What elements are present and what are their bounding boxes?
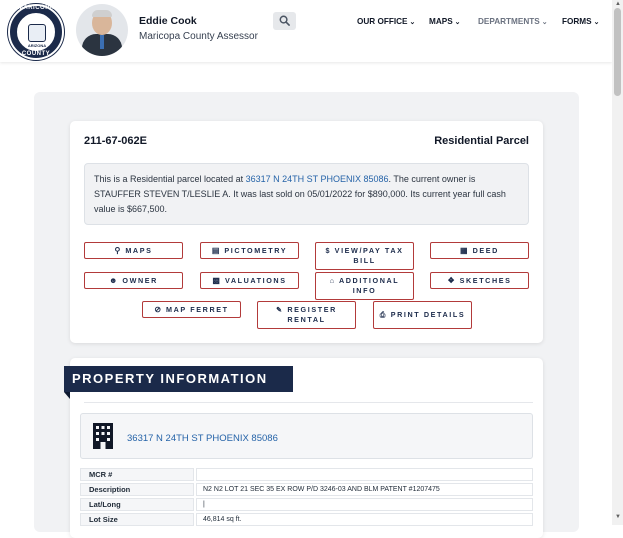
edit-icon: ✎ bbox=[276, 305, 288, 314]
logo-top-text: MARICOPA bbox=[17, 5, 55, 11]
property-address-box: 36317 N 24TH ST PHOENIX 85086 bbox=[80, 413, 533, 459]
search-button[interactable] bbox=[273, 12, 296, 30]
maps-button-label: MAPS bbox=[125, 245, 153, 255]
tax-button-text: VIEW/PAY TAX BILL bbox=[334, 246, 404, 265]
parcel-type: Residential Parcel bbox=[434, 135, 529, 147]
heading-ribbon-fold bbox=[64, 392, 70, 399]
row-value: N2 N2 LOT 21 SEC 35 EX ROW P/D 3246-03 A… bbox=[196, 483, 533, 496]
page-scrollbar[interactable]: ▲ ▼ bbox=[612, 0, 623, 525]
avatar-hair bbox=[92, 10, 112, 17]
nav-our-office[interactable]: OUR OFFICE ⌄ bbox=[357, 17, 415, 26]
user-icon: ☻ bbox=[109, 275, 118, 285]
deed-button-label: DEED bbox=[472, 245, 499, 255]
assessor-avatar bbox=[76, 4, 128, 56]
map-ferret-button-label: MAP FERRET bbox=[166, 304, 229, 314]
site-header: MARICOPA ARIZONA COUNTY Eddie Cook Maric… bbox=[0, 0, 612, 62]
register-button-label: ✎ REGISTER RENTAL bbox=[262, 305, 351, 325]
sketches-button[interactable]: ❖ SKETCHES bbox=[430, 272, 529, 289]
compass-icon: ⊘ bbox=[154, 304, 162, 314]
map-ferret-button[interactable]: ⊘ MAP FERRET bbox=[142, 301, 241, 318]
money-icon: ▩ bbox=[212, 275, 220, 285]
scroll-thumb[interactable] bbox=[614, 8, 621, 96]
file-icon: ▤ bbox=[211, 245, 220, 255]
summary-address-link[interactable]: 36317 N 24TH ST PHOENIX 85086 bbox=[246, 174, 389, 184]
additional-info-button[interactable]: ⌂ ADDITIONAL INFO bbox=[315, 272, 414, 300]
home-icon: ⌂ bbox=[329, 276, 339, 285]
chevron-down-icon: ⌄ bbox=[593, 19, 600, 26]
valuations-button[interactable]: ▩ VALUATIONS bbox=[200, 272, 299, 289]
logo-arizona-text: ARIZONA bbox=[27, 43, 47, 48]
heading-divider bbox=[84, 402, 533, 403]
nav-our-office-label: OUR OFFICE bbox=[357, 17, 408, 26]
nav-departments-label: DEPARTMENTS bbox=[478, 17, 540, 26]
chevron-down-icon: ⌄ bbox=[541, 19, 548, 26]
owner-button[interactable]: ☻ OWNER bbox=[84, 272, 183, 289]
scroll-down-arrow-icon[interactable]: ▼ bbox=[615, 514, 621, 520]
nav-forms-label: FORMS bbox=[562, 17, 592, 26]
valuations-button-label: VALUATIONS bbox=[224, 275, 287, 285]
summary-prefix: This is a Residential parcel located at bbox=[94, 174, 246, 184]
table-row: Lat/Long | bbox=[80, 498, 533, 513]
map-marker-icon: ⚲ bbox=[114, 245, 121, 255]
print-details-button[interactable]: ⎙ PRINT DETAILS bbox=[373, 301, 472, 329]
owner-button-label: OWNER bbox=[122, 275, 158, 285]
row-label: MCR # bbox=[80, 468, 194, 481]
nav-maps[interactable]: MAPS ⌄ bbox=[429, 17, 461, 26]
parcel-number: 211-67-062E bbox=[84, 135, 147, 147]
print-button-label: ⎙ PRINT DETAILS bbox=[380, 310, 466, 320]
table-row: MCR # bbox=[80, 468, 533, 483]
seal-emblem-icon bbox=[28, 24, 46, 42]
dollar-icon: $ bbox=[325, 246, 335, 255]
view-pay-tax-bill-button[interactable]: $ VIEW/PAY TAX BILL bbox=[315, 242, 414, 270]
chevron-down-icon: ⌄ bbox=[454, 19, 461, 26]
row-label: Lat/Long bbox=[80, 498, 194, 511]
building-icon bbox=[93, 423, 113, 449]
nav-maps-label: MAPS bbox=[429, 17, 453, 26]
row-value: | bbox=[196, 498, 533, 511]
parcel-summary-card: 211-67-062E Residential Parcel This is a… bbox=[70, 121, 543, 343]
logo-seal: ARIZONA bbox=[16, 12, 56, 52]
chevron-down-icon: ⌄ bbox=[409, 19, 416, 26]
additional-button-label: ⌂ ADDITIONAL INFO bbox=[320, 276, 409, 296]
row-label: Description bbox=[80, 483, 194, 496]
table-row: Description N2 N2 LOT 21 SEC 35 EX ROW P… bbox=[80, 483, 533, 498]
row-value: 46,814 sq ft. bbox=[196, 513, 533, 526]
assessor-name: Eddie Cook bbox=[139, 15, 197, 27]
register-button-text: REGISTER RENTAL bbox=[287, 305, 337, 324]
parcel-summary-text: This is a Residential parcel located at … bbox=[84, 163, 529, 225]
register-rental-button[interactable]: ✎ REGISTER RENTAL bbox=[257, 301, 356, 329]
row-label: Lot Size bbox=[80, 513, 194, 526]
logo-bottom-text: COUNTY bbox=[21, 51, 51, 57]
nav-forms[interactable]: FORMS ⌄ bbox=[562, 17, 599, 26]
building-icon: ▦ bbox=[460, 245, 468, 255]
nav-departments[interactable]: DEPARTMENTS ⌄ bbox=[478, 17, 548, 26]
maricopa-county-logo[interactable]: MARICOPA ARIZONA COUNTY bbox=[8, 4, 64, 60]
property-information-heading: PROPERTY INFORMATION bbox=[64, 366, 293, 392]
print-icon: ⎙ bbox=[379, 310, 391, 319]
additional-button-text: ADDITIONAL INFO bbox=[338, 276, 400, 295]
sketch-icon: ❖ bbox=[447, 275, 455, 285]
property-address-link[interactable]: 36317 N 24TH ST PHOENIX 85086 bbox=[127, 433, 278, 444]
avatar-tie bbox=[100, 35, 104, 49]
pictometry-button-label: PICTOMETRY bbox=[224, 245, 288, 255]
row-value bbox=[196, 468, 533, 481]
sketches-button-label: SKETCHES bbox=[459, 275, 512, 285]
print-button-text: PRINT DETAILS bbox=[390, 310, 466, 319]
property-info-table: MCR # Description N2 N2 LOT 21 SEC 35 EX… bbox=[80, 468, 533, 528]
search-icon bbox=[279, 15, 290, 26]
scroll-up-arrow-icon[interactable]: ▲ bbox=[615, 1, 621, 7]
tax-button-label: $ VIEW/PAY TAX BILL bbox=[320, 246, 409, 266]
pictometry-button[interactable]: ▤ PICTOMETRY bbox=[200, 242, 299, 259]
maps-button[interactable]: ⚲ MAPS bbox=[84, 242, 183, 259]
table-row: Lot Size 46,814 sq ft. bbox=[80, 513, 533, 528]
assessor-title: Maricopa County Assessor bbox=[139, 31, 258, 42]
deed-button[interactable]: ▦ DEED bbox=[430, 242, 529, 259]
